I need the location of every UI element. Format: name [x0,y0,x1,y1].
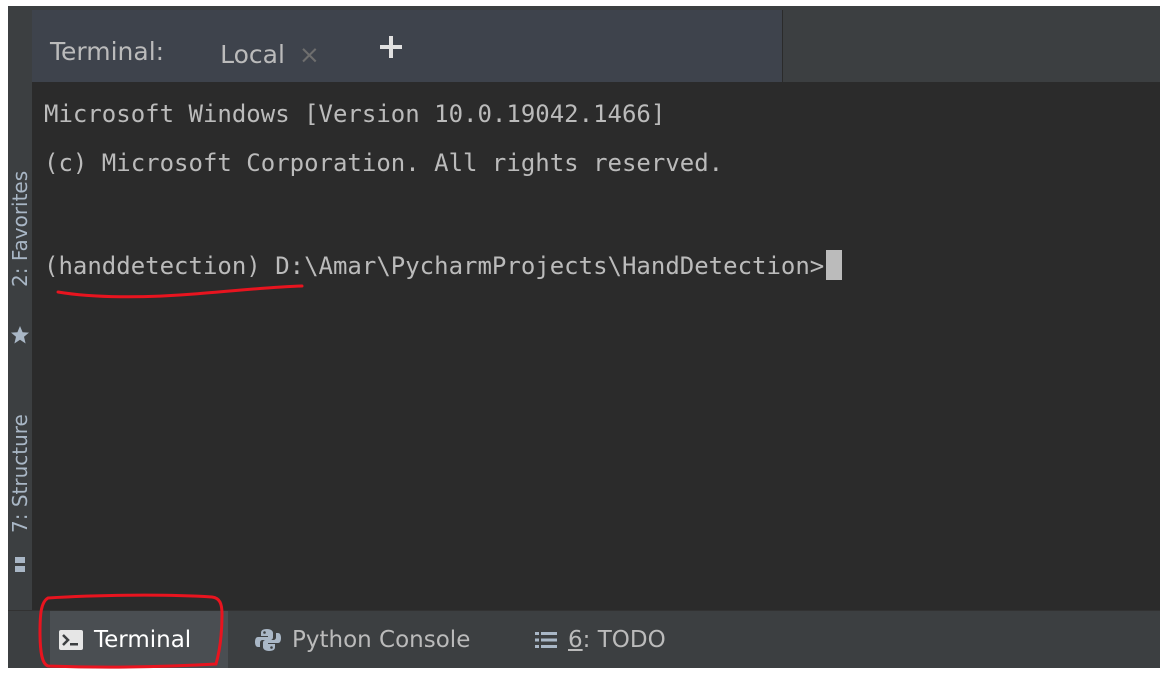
todo-label: 6: TODO [568,627,666,653]
todo-text: : TODO [582,627,666,653]
todo-mnemonic: 6 [568,627,583,653]
plus-icon[interactable] [376,32,406,62]
python-icon [255,629,281,651]
list-icon [535,632,557,648]
tab-local-label: Local [220,39,285,69]
left-tool-strip: 2: Favorites 7: Structure [8,6,32,610]
ide-tool-window: 2: Favorites 7: Structure Terminal: Loca… [8,6,1160,668]
tab-local[interactable]: Local × [188,22,352,86]
terminal-prompt-line[interactable]: (handdetection) D:\Amar\PycharmProjects\… [44,250,843,280]
terminal-line: (c) Microsoft Corporation. All rights re… [44,149,724,177]
text-cursor [826,250,843,280]
structure-tool-button[interactable]: 7: Structure [8,401,32,546]
tabs-zone: Terminal: Local × [32,10,783,86]
close-icon[interactable]: × [299,40,320,69]
terminal-output[interactable]: Microsoft Windows [Version 10.0.19042.14… [32,82,1160,610]
star-icon[interactable] [10,324,30,346]
terminal-line: Microsoft Windows [Version 10.0.19042.14… [44,100,666,128]
python-console-label: Python Console [292,627,471,653]
terminal-title-label: Terminal: [50,37,165,66]
annotation-box [38,593,224,669]
python-console-tool-button[interactable]: Python Console [254,611,470,668]
terminal-prompt: (handdetection) D:\Amar\PycharmProjects\… [44,252,825,280]
annotation-underline [56,284,304,299]
todo-tool-button[interactable]: 6: TODO [534,611,666,668]
terminal-tab-bar: Terminal: Local × [32,6,1160,86]
favorites-tool-button[interactable]: 2: Favorites [8,156,32,301]
structure-icon[interactable] [10,554,30,576]
